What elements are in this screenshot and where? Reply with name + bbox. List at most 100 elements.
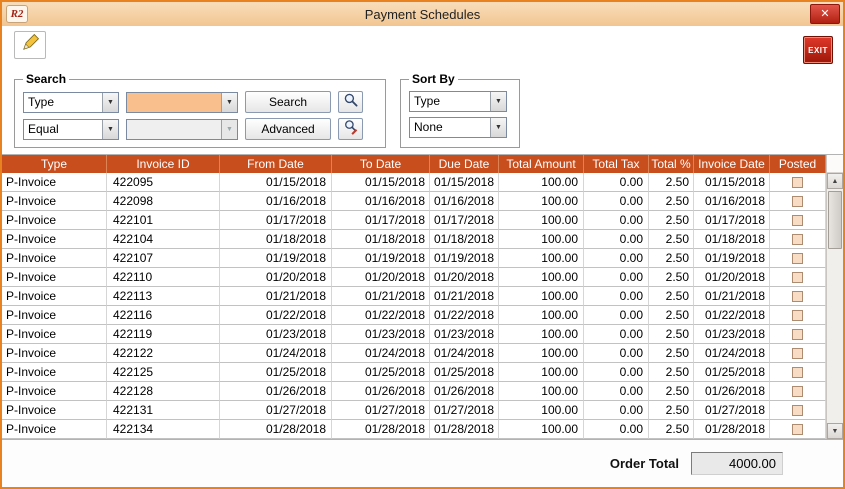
- arrow-up-icon: ▲: [832, 178, 839, 185]
- column-header-posted[interactable]: Posted: [770, 155, 826, 173]
- cell-total-amount: 100.00: [499, 382, 584, 401]
- column-header-total-tax[interactable]: Total Tax: [584, 155, 649, 173]
- cell-from-date: 01/16/2018: [220, 192, 332, 211]
- cell-type: P-Invoice: [2, 363, 107, 382]
- posted-checkbox[interactable]: [792, 215, 803, 226]
- column-header-invoice-id[interactable]: Invoice ID: [107, 155, 220, 173]
- posted-checkbox[interactable]: [792, 234, 803, 245]
- cell-total-tax: 0.00: [584, 420, 649, 439]
- column-header-due-date[interactable]: Due Date: [430, 155, 499, 173]
- column-header-to-date[interactable]: To Date: [332, 155, 430, 173]
- chevron-down-icon[interactable]: ▼: [102, 93, 118, 112]
- table-row[interactable]: P-Invoice42211001/20/201801/20/201801/20…: [2, 268, 826, 287]
- cell-invoice-id: 422134: [107, 420, 220, 439]
- search-operator-select[interactable]: Equal ▼: [23, 119, 119, 140]
- cell-due-date: 01/16/2018: [430, 192, 499, 211]
- table-row[interactable]: P-Invoice42209801/16/201801/16/201801/16…: [2, 192, 826, 211]
- order-total-value: 4000.00: [691, 452, 783, 475]
- sort-secondary-value: None: [410, 118, 490, 137]
- posted-checkbox[interactable]: [792, 424, 803, 435]
- table-row[interactable]: P-Invoice42212801/26/201801/26/201801/26…: [2, 382, 826, 401]
- table-row[interactable]: P-Invoice42210701/19/201801/19/201801/19…: [2, 249, 826, 268]
- cell-total-tax: 0.00: [584, 287, 649, 306]
- posted-checkbox[interactable]: [792, 405, 803, 416]
- close-button[interactable]: ✕: [810, 4, 840, 24]
- posted-checkbox[interactable]: [792, 348, 803, 359]
- table-row[interactable]: P-Invoice42213401/28/201801/28/201801/28…: [2, 420, 826, 439]
- cell-to-date: 01/23/2018: [332, 325, 430, 344]
- table-row[interactable]: P-Invoice42211301/21/201801/21/201801/21…: [2, 287, 826, 306]
- chevron-down-icon[interactable]: ▼: [221, 93, 237, 112]
- title-bar[interactable]: R2 Payment Schedules ✕: [2, 2, 843, 26]
- posted-checkbox[interactable]: [792, 291, 803, 302]
- table-row[interactable]: P-Invoice42211601/22/201801/22/201801/22…: [2, 306, 826, 325]
- cell-total-amount: 100.00: [499, 287, 584, 306]
- window-title: Payment Schedules: [365, 7, 481, 22]
- cell-to-date: 01/20/2018: [332, 268, 430, 287]
- cell-from-date: 01/23/2018: [220, 325, 332, 344]
- cell-total-tax: 0.00: [584, 325, 649, 344]
- advanced-button[interactable]: Advanced: [245, 118, 331, 140]
- cell-to-date: 01/28/2018: [332, 420, 430, 439]
- cell-posted: [770, 249, 826, 268]
- posted-checkbox[interactable]: [792, 329, 803, 340]
- table-row[interactable]: P-Invoice42210101/17/201801/17/201801/17…: [2, 211, 826, 230]
- column-header-from-date[interactable]: From Date: [220, 155, 332, 173]
- cell-invoice-id: 422119: [107, 325, 220, 344]
- column-header-total-[interactable]: Total %: [649, 155, 694, 173]
- scrollbar-thumb[interactable]: [828, 191, 842, 249]
- posted-checkbox[interactable]: [792, 386, 803, 397]
- table-row[interactable]: P-Invoice42213101/27/201801/27/201801/27…: [2, 401, 826, 420]
- posted-checkbox[interactable]: [792, 367, 803, 378]
- cell-due-date: 01/25/2018: [430, 363, 499, 382]
- scroll-down-button[interactable]: ▼: [827, 423, 843, 439]
- cell-invoice-date: 01/23/2018: [694, 325, 770, 344]
- cell-posted: [770, 230, 826, 249]
- cell-type: P-Invoice: [2, 268, 107, 287]
- chevron-down-icon[interactable]: ▼: [490, 92, 506, 111]
- column-header-total-amount[interactable]: Total Amount: [499, 155, 584, 173]
- chevron-down-icon[interactable]: ▼: [490, 118, 506, 137]
- posted-checkbox[interactable]: [792, 272, 803, 283]
- exit-button[interactable]: EXIT: [803, 36, 833, 64]
- posted-checkbox[interactable]: [792, 253, 803, 264]
- column-header-invoice-date[interactable]: Invoice Date: [694, 155, 770, 173]
- posted-checkbox[interactable]: [792, 196, 803, 207]
- table-row[interactable]: P-Invoice42210401/18/201801/18/201801/18…: [2, 230, 826, 249]
- table-row[interactable]: P-Invoice42212501/25/201801/25/201801/25…: [2, 363, 826, 382]
- sort-secondary-select[interactable]: None ▼: [409, 117, 507, 138]
- cell-invoice-id: 422098: [107, 192, 220, 211]
- cell-invoice-id: 422122: [107, 344, 220, 363]
- cell-type: P-Invoice: [2, 420, 107, 439]
- search-field-select[interactable]: Type ▼: [23, 92, 119, 113]
- edit-button[interactable]: [14, 31, 46, 59]
- cell-invoice-id: 422116: [107, 306, 220, 325]
- advanced-search-button[interactable]: [338, 118, 363, 140]
- search-execute-button[interactable]: [338, 91, 363, 113]
- cell-to-date: 01/16/2018: [332, 192, 430, 211]
- cell-to-date: 01/25/2018: [332, 363, 430, 382]
- cell-posted: [770, 420, 826, 439]
- chevron-down-icon[interactable]: ▼: [102, 120, 118, 139]
- table-body: P-Invoice42209501/15/201801/15/201801/15…: [2, 173, 826, 439]
- table-row[interactable]: P-Invoice42209501/15/201801/15/201801/15…: [2, 173, 826, 192]
- cell-to-date: 01/26/2018: [332, 382, 430, 401]
- posted-checkbox[interactable]: [792, 310, 803, 321]
- table-row[interactable]: P-Invoice42211901/23/201801/23/201801/23…: [2, 325, 826, 344]
- table-row[interactable]: P-Invoice42212201/24/201801/24/201801/24…: [2, 344, 826, 363]
- posted-checkbox[interactable]: [792, 177, 803, 188]
- scrollbar-track[interactable]: [827, 189, 843, 423]
- cell-to-date: 01/21/2018: [332, 287, 430, 306]
- exit-button-label: EXIT: [808, 46, 828, 55]
- scroll-up-button[interactable]: ▲: [827, 173, 843, 189]
- search-value-select[interactable]: ▼: [126, 92, 238, 113]
- cell-posted: [770, 192, 826, 211]
- sort-primary-select[interactable]: Type ▼: [409, 91, 507, 112]
- cell-invoice-date: 01/20/2018: [694, 268, 770, 287]
- cell-from-date: 01/19/2018: [220, 249, 332, 268]
- vertical-scrollbar[interactable]: ▲ ▼: [826, 155, 843, 439]
- search-button[interactable]: Search: [245, 91, 331, 113]
- cell-from-date: 01/26/2018: [220, 382, 332, 401]
- column-header-type[interactable]: Type: [2, 155, 107, 173]
- cell-to-date: 01/18/2018: [332, 230, 430, 249]
